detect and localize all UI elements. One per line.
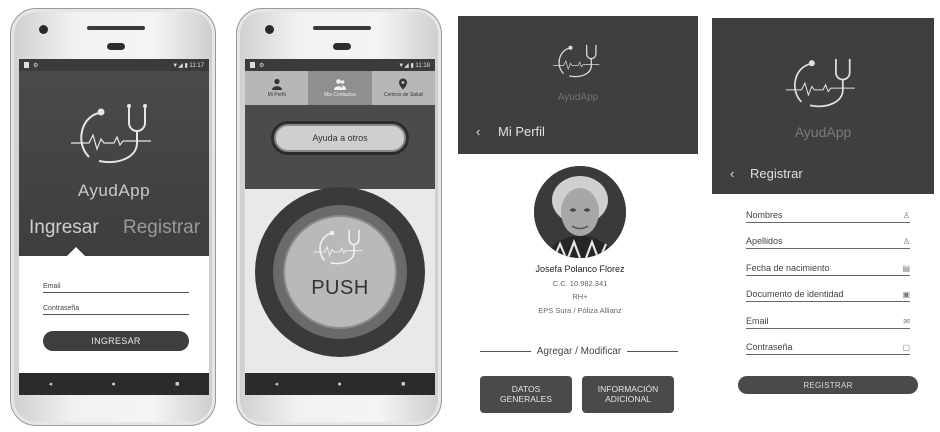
password-field[interactable]: Contraseña (43, 305, 189, 315)
ayudapp-logo-icon (785, 58, 855, 108)
avatar (534, 166, 626, 258)
profile-name: Josefa Polanco Florez (535, 264, 625, 274)
top-tab-bar: Mi Perfil Mis Contactos Centros de Salud (245, 71, 435, 105)
login-screen: ⚙ ▼◢ ▮ 11:17 AyudApp Ingresar Registrar … (19, 59, 209, 395)
profile-insurance: EPS Sura / Póliza Allianz (538, 306, 622, 315)
back-nav-icon[interactable]: ◂ (49, 380, 53, 388)
button-label: INFORMACIÓN ADICIONAL (597, 384, 659, 404)
signal-icon: ▼◢ ▮ (398, 62, 416, 69)
android-nav-bar: ◂ ● ■ (245, 373, 435, 395)
person-outline-icon: ♙ (902, 211, 910, 220)
field-label: Fecha de nacimiento (746, 263, 830, 273)
page-title: Registrar (750, 166, 803, 181)
field-label: Apellidos (746, 236, 783, 246)
tab-label: Mi Perfil (267, 92, 286, 98)
register-screen: AyudApp ‹ Registrar Nombres ♙ Apellidos ♙ … (712, 18, 934, 428)
status-bar: ⚙ ▼◢ ▮ 11:17 (19, 59, 209, 71)
tab-label: Centros de Salud (384, 92, 423, 98)
password-field[interactable]: Contraseña ▢ (746, 342, 910, 355)
status-time: 11:18 (415, 62, 430, 69)
settings-icon: ⚙ (259, 62, 265, 69)
mail-icon: ✉ (903, 317, 910, 326)
settings-icon: ⚙ (33, 62, 39, 69)
tab-register[interactable]: Registrar (123, 217, 200, 239)
divider-line (480, 351, 531, 352)
field-label: Documento de identidad (746, 289, 844, 299)
person-outline-icon: ♙ (902, 237, 910, 246)
portrait-image (534, 166, 626, 258)
lock-icon: ▢ (902, 343, 910, 352)
divider-line (627, 351, 679, 352)
location-pin-icon (399, 78, 408, 90)
id-card-icon: ▣ (902, 290, 910, 299)
tab-health-centers[interactable]: Centros de Salud (372, 71, 435, 105)
ayudapp-logo-icon (313, 229, 363, 265)
help-others-button[interactable]: Ayuda a otros (271, 121, 409, 155)
login-phone: ⚙ ▼◢ ▮ 11:17 AyudApp Ingresar Registrar … (10, 8, 216, 426)
push-screen: ⚙ ▼◢ ▮ 11:18 Mi Perfil Mis Contactos Cen… (245, 59, 435, 395)
app-name: AyudApp (557, 92, 599, 103)
first-name-field[interactable]: Nombres ♙ (746, 210, 910, 223)
sim-icon (24, 61, 29, 68)
tab-profile[interactable]: Mi Perfil (245, 71, 308, 105)
app-name: AyudApp (794, 124, 852, 140)
tab-login[interactable]: Ingresar (29, 217, 99, 239)
status-bar: ⚙ ▼◢ ▮ 11:18 (245, 59, 435, 71)
back-chevron-icon[interactable]: ‹ (730, 166, 734, 181)
field-label: Email (746, 316, 769, 326)
front-camera (265, 25, 274, 34)
edit-section-divider: Agregar / Modificar (480, 346, 679, 357)
profile-screen: AyudApp ‹ Mi Perfil Josefa Polanco Flore… (458, 16, 698, 426)
section-title: Agregar / Modificar (536, 346, 622, 357)
signal-icon: ▼◢ ▮ (172, 62, 190, 69)
recent-nav-icon[interactable]: ■ (175, 381, 179, 388)
person-icon (271, 78, 282, 90)
ayudapp-logo-icon (71, 104, 151, 163)
additional-info-button[interactable]: INFORMACIÓN ADICIONAL (582, 376, 674, 413)
last-name-field[interactable]: Apellidos ♙ (746, 236, 910, 249)
profile-id-number: C.C. 10.982.341 (552, 279, 608, 288)
button-label: DATOS GENERALES (500, 384, 552, 404)
push-phone: ⚙ ▼◢ ▮ 11:18 Mi Perfil Mis Contactos Cen… (236, 8, 442, 426)
earpiece (107, 43, 125, 50)
field-label: Nombres (746, 210, 783, 220)
ayudapp-logo-icon (553, 44, 600, 78)
back-chevron-icon[interactable]: ‹ (476, 124, 480, 139)
contacts-icon (333, 79, 346, 90)
tab-label: Mis Contactos (324, 92, 356, 98)
id-document-field[interactable]: Documento de identidad ▣ (746, 289, 910, 302)
help-others-label: Ayuda a otros (274, 124, 406, 152)
email-field[interactable]: Email (43, 283, 189, 293)
page-title: Mi Perfil (498, 124, 545, 139)
status-time: 11:17 (189, 62, 204, 69)
email-field[interactable]: Email ✉ (746, 316, 910, 329)
tab-contacts[interactable]: Mis Contactos (308, 71, 372, 105)
app-name: AyudApp (77, 181, 151, 200)
back-nav-icon[interactable]: ◂ (275, 380, 279, 388)
calendar-icon: ▤ (902, 264, 910, 273)
recent-nav-icon[interactable]: ■ (401, 381, 405, 388)
push-label: PUSH (311, 277, 369, 299)
profile-header (458, 16, 698, 154)
register-button[interactable]: REGISTRAR (738, 376, 918, 394)
login-button[interactable]: INGRESAR (43, 331, 189, 351)
active-tab-caret (67, 247, 85, 256)
home-nav-icon[interactable]: ● (112, 381, 116, 388)
speaker-grille (313, 26, 371, 30)
speaker-grille (87, 26, 145, 30)
profile-blood-type: RH+ (572, 292, 588, 301)
sim-icon (250, 61, 255, 68)
birth-date-field[interactable]: Fecha de nacimiento ▤ (746, 263, 910, 276)
earpiece (333, 43, 351, 50)
field-label: Contraseña (746, 342, 793, 352)
android-nav-bar: ◂ ● ■ (19, 373, 209, 395)
general-data-button[interactable]: DATOS GENERALES (480, 376, 572, 413)
front-camera (39, 25, 48, 34)
home-nav-icon[interactable]: ● (338, 381, 342, 388)
